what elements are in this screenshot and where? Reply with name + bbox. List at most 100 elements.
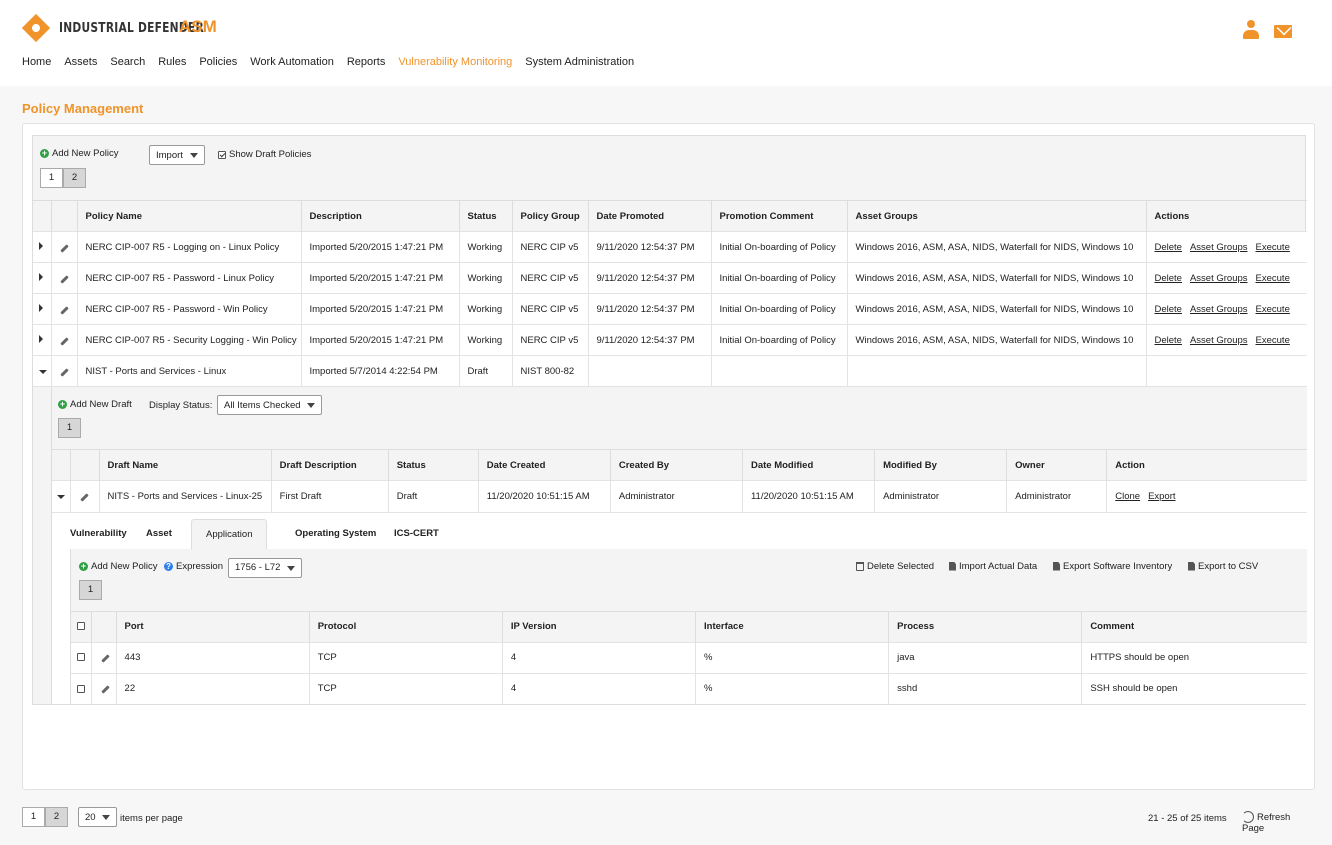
policy-row[interactable]: NERC CIP-007 R5 - Password - Win Policy I… <box>33 293 1307 325</box>
page-button[interactable]: 2 <box>63 168 86 188</box>
logo[interactable]: INDUSTRIAL DEFENDER ASM <box>21 13 236 43</box>
policy-row[interactable]: NERC CIP-007 R5 - Password - Linux Polic… <box>33 262 1307 294</box>
edit-cell[interactable] <box>51 324 78 356</box>
edit-cell[interactable] <box>91 672 117 704</box>
action-link-delete[interactable]: Delete <box>1155 242 1182 253</box>
tab-operating-system[interactable]: Operating System <box>295 519 376 549</box>
column-header[interactable]: Protocol <box>309 610 503 642</box>
action-link-clone[interactable]: Clone <box>1115 491 1140 502</box>
action-link-asset-groups[interactable]: Asset Groups <box>1190 335 1248 346</box>
select-all-checkbox[interactable] <box>77 622 85 631</box>
column-header[interactable]: Asset Groups <box>847 200 1147 232</box>
edit-cell[interactable] <box>70 480 100 512</box>
edit-cell[interactable] <box>51 231 78 263</box>
import-actual-data-button[interactable]: Import Actual Data <box>949 561 1037 572</box>
row-checkbox[interactable] <box>77 684 85 693</box>
tab-vulnerability[interactable]: Vulnerability <box>70 519 127 549</box>
edit-cell[interactable] <box>91 641 117 673</box>
page-button[interactable]: 1 <box>58 418 81 438</box>
expand-icon[interactable] <box>39 272 43 281</box>
action-link-asset-groups[interactable]: Asset Groups <box>1190 304 1248 315</box>
expand-cell[interactable] <box>52 480 71 512</box>
column-header[interactable]: Port <box>116 610 310 642</box>
expand-cell[interactable] <box>33 231 52 263</box>
expand-icon[interactable] <box>39 241 43 250</box>
column-header[interactable]: Date Created <box>478 449 611 481</box>
action-link-asset-groups[interactable]: Asset Groups <box>1190 242 1248 253</box>
policy-row[interactable]: NIST - Ports and Services - Linux Importe… <box>33 355 1307 387</box>
nav-item[interactable]: System Administration <box>525 56 634 68</box>
expand-icon[interactable] <box>39 334 43 343</box>
nav-item[interactable]: Reports <box>347 56 386 68</box>
mail-icon[interactable] <box>1274 25 1292 38</box>
add-draft-button[interactable]: + Add New Draft <box>58 399 132 410</box>
show-draft-toggle[interactable]: Show Draft Policies <box>218 149 311 160</box>
refresh-button[interactable]: Refresh Page <box>1242 811 1315 834</box>
column-header[interactable]: Policy Name <box>77 200 302 232</box>
column-header[interactable]: Process <box>888 610 1083 642</box>
policy-row[interactable]: NERC CIP-007 R5 - Security Logging - Win… <box>33 324 1307 356</box>
nav-item[interactable]: Policies <box>199 56 237 68</box>
column-header[interactable]: Draft Name <box>99 449 272 481</box>
tab-application[interactable]: Application <box>191 518 268 549</box>
delete-selected-button[interactable]: Delete Selected <box>856 561 934 572</box>
pencil-icon[interactable] <box>59 367 69 377</box>
export-inventory-button[interactable]: Export Software Inventory <box>1053 561 1172 572</box>
column-header[interactable]: Interface <box>695 610 890 642</box>
action-link-delete[interactable]: Delete <box>1155 335 1182 346</box>
pencil-icon[interactable] <box>59 305 69 315</box>
application-row[interactable]: 22 TCP 4% sshd SSH should be open <box>71 672 1307 704</box>
action-link-execute[interactable]: Execute <box>1256 304 1290 315</box>
application-row[interactable]: 443 TCP 4% java HTTPS should be open <box>71 641 1307 673</box>
page-button[interactable]: 1 <box>79 579 102 600</box>
draft-row[interactable]: NITS - Ports and Services - Linux-25 Firs… <box>52 480 1307 512</box>
user-icon[interactable] <box>1242 20 1260 40</box>
column-header[interactable]: Draft Description <box>271 449 389 481</box>
column-header[interactable]: Description <box>301 200 460 232</box>
tab-ics-cert[interactable]: ICS-CERT <box>394 519 439 549</box>
action-link-delete[interactable]: Delete <box>1155 304 1182 315</box>
row-checkbox[interactable] <box>77 653 85 662</box>
display-status-select[interactable]: All Items Checked <box>217 395 322 415</box>
edit-cell[interactable] <box>51 355 78 387</box>
pencil-icon[interactable] <box>59 336 69 346</box>
column-header[interactable]: Owner <box>1006 449 1108 481</box>
nav-item[interactable]: Work Automation <box>250 56 334 68</box>
expand-cell[interactable] <box>33 293 52 325</box>
column-header[interactable]: Policy Group <box>512 200 589 232</box>
export-csv-button[interactable]: Export to CSV <box>1188 561 1258 572</box>
column-header[interactable]: Created By <box>610 449 743 481</box>
pencil-icon[interactable] <box>100 685 110 694</box>
add-application-policy-button[interactable]: + Add New Policy <box>79 561 158 572</box>
nav-item[interactable]: Vulnerability Monitoring <box>398 56 512 68</box>
column-header[interactable]: Modified By <box>874 449 1008 481</box>
expand-cell[interactable] <box>33 262 52 294</box>
pencil-icon[interactable] <box>59 274 69 284</box>
collapse-icon[interactable] <box>57 494 65 499</box>
pencil-icon[interactable] <box>59 243 69 253</box>
pencil-icon[interactable] <box>79 493 89 502</box>
edit-cell[interactable] <box>51 262 78 294</box>
expression-help[interactable]: ? Expression <box>164 561 223 572</box>
page-button[interactable]: 1 <box>22 807 45 827</box>
column-header[interactable]: Date Modified <box>742 449 876 481</box>
page-button[interactable]: 1 <box>40 168 63 188</box>
tab-asset[interactable]: Asset <box>146 519 172 549</box>
page-size-select[interactable]: 20 <box>78 807 117 827</box>
pencil-icon[interactable] <box>100 654 110 663</box>
policy-row[interactable]: NERC CIP-007 R5 - Logging on - Linux Pol… <box>33 231 1307 263</box>
column-header[interactable]: Promotion Comment <box>711 200 848 232</box>
add-policy-button[interactable]: + Add New Policy <box>40 148 119 159</box>
action-link-export[interactable]: Export <box>1148 491 1175 502</box>
action-link-execute[interactable]: Execute <box>1256 335 1290 346</box>
nav-item[interactable]: Rules <box>158 56 186 68</box>
edit-cell[interactable] <box>51 293 78 325</box>
import-dropdown[interactable]: Import <box>149 145 205 165</box>
column-header[interactable]: Comment <box>1081 610 1307 642</box>
expression-select[interactable]: 1756 - L72 <box>228 557 302 578</box>
column-header[interactable]: Actions <box>1146 200 1307 232</box>
column-header[interactable]: IP Version <box>502 610 697 642</box>
expand-icon[interactable] <box>39 303 43 312</box>
action-link-asset-groups[interactable]: Asset Groups <box>1190 273 1248 284</box>
column-header[interactable]: Status <box>459 200 513 232</box>
